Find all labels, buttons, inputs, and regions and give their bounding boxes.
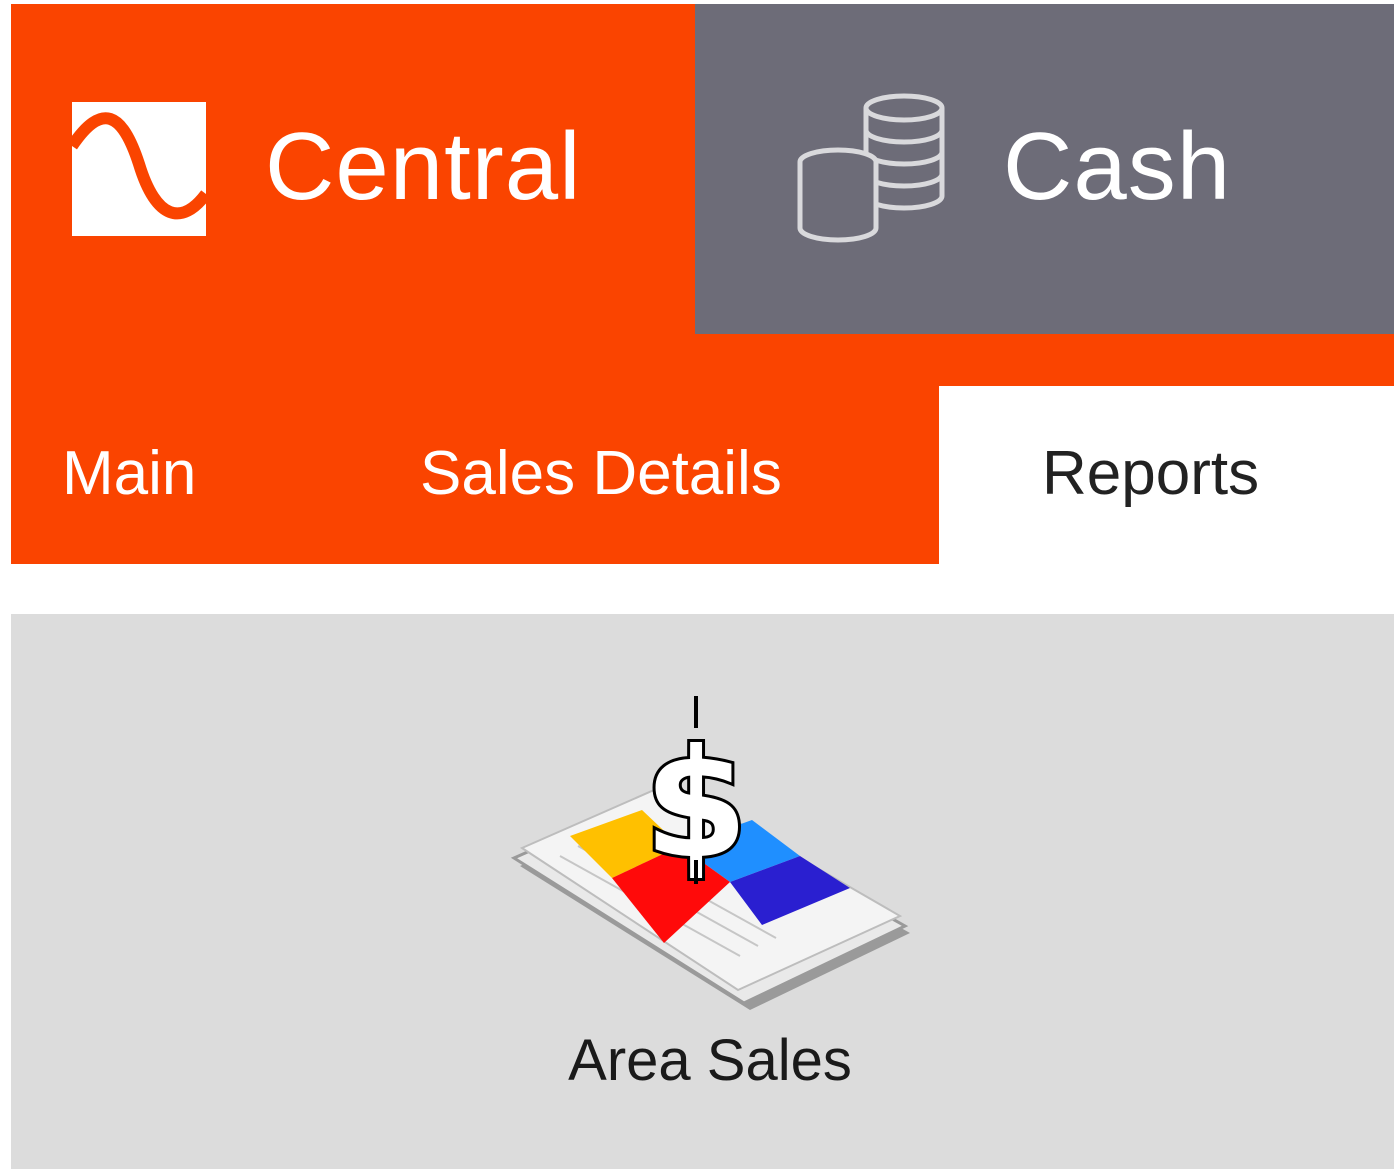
- tab-main[interactable]: Main: [62, 436, 196, 512]
- area-sales-icon: $: [510, 696, 910, 1010]
- section-title: Cash: [1003, 113, 1232, 220]
- area-sales-label: Area Sales: [568, 1028, 852, 1093]
- app-window: Central Cash Main Sales Details Reports: [0, 0, 1399, 1169]
- header-strip: [695, 334, 1394, 386]
- central-logo-icon: [72, 102, 206, 236]
- tab-sales-details[interactable]: Sales Details: [420, 436, 782, 512]
- tab-reports[interactable]: Reports: [1042, 436, 1259, 512]
- coins-icon: [797, 93, 945, 243]
- app-title: Central: [265, 113, 582, 220]
- area-sales-report-button[interactable]: $ Area Sales: [490, 688, 930, 1108]
